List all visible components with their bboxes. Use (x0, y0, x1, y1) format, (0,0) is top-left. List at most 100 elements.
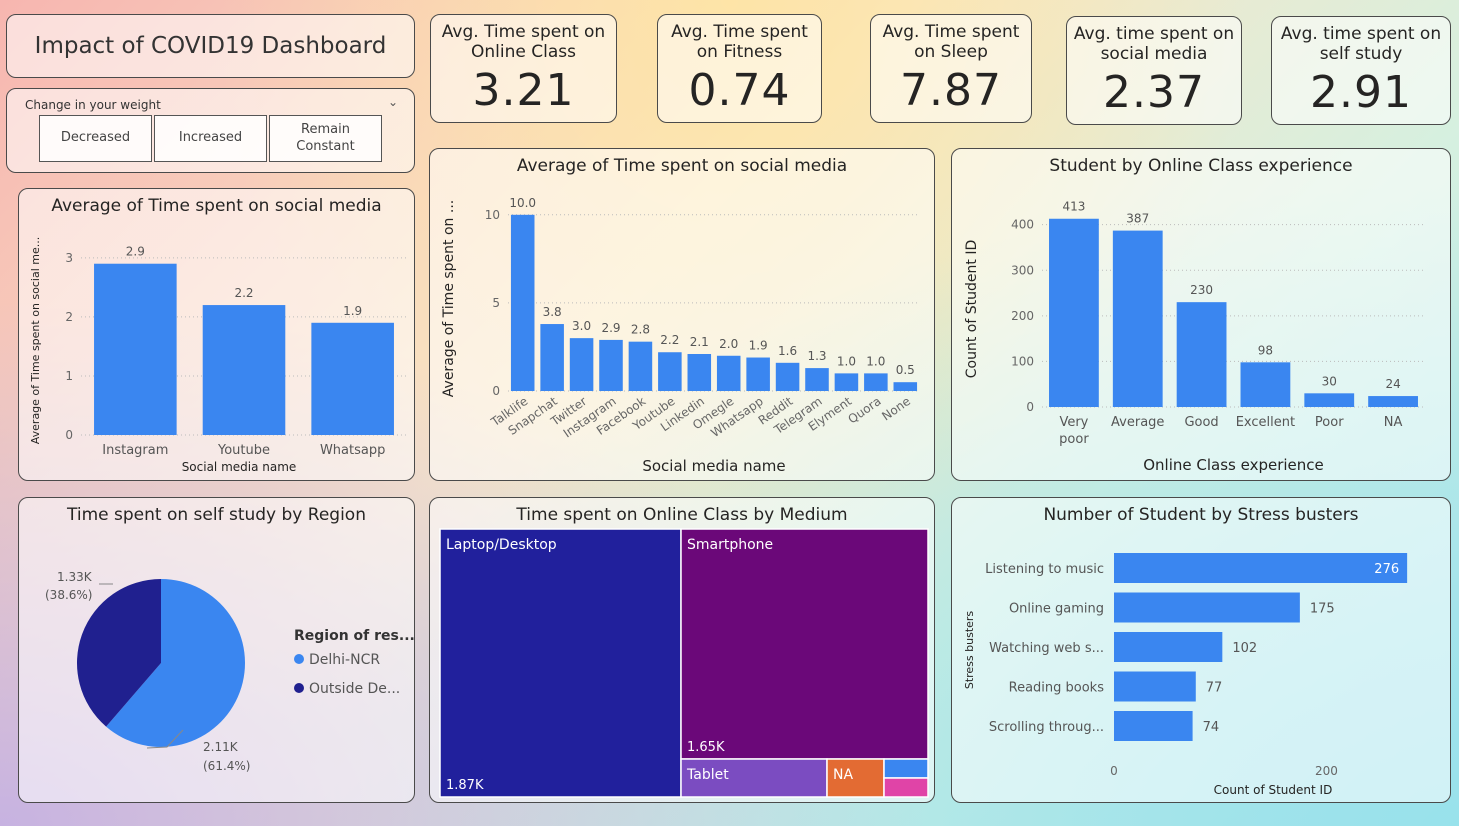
slicer-option-remain-constant[interactable]: Remain Constant (269, 115, 382, 162)
data-label: 2.8 (631, 323, 650, 337)
chart-stress-busters: Number of Student by Stress busters List… (951, 497, 1451, 803)
y-axis-label: Average of Time spent on social me... (29, 237, 42, 444)
x-tick-label: Average (1111, 415, 1164, 430)
x-tick-label: None (879, 394, 913, 423)
treemap-cell (883, 758, 929, 779)
y-axis-label: Count of Student ID (964, 240, 980, 378)
data-label: 74 (1203, 720, 1220, 735)
y-tick-label: 400 (1011, 218, 1034, 232)
bar (311, 322, 394, 435)
chart-stress-busters-svg: Listening to music 276 Online gaming 175 Wat… (963, 553, 1408, 797)
data-label: 10.0 (509, 196, 536, 210)
y-tick-label: Reading books (1009, 681, 1105, 696)
kpi-value: 2.37 (1103, 66, 1205, 118)
bar (628, 341, 653, 391)
data-label: 2.9 (126, 245, 145, 259)
x-tick-label: NA (1384, 415, 1403, 430)
y-tick-label: 0 (65, 428, 73, 442)
data-label: 1.9 (749, 339, 768, 353)
x-tick-label: Good (1184, 415, 1218, 430)
x-tick-label: poor (1059, 432, 1089, 447)
chart-online-class-experience: Student by Online Class experience 0 100 2… (951, 148, 1451, 481)
bar (1049, 218, 1099, 407)
x-tick-label: Excellent (1236, 415, 1295, 430)
bar (540, 324, 564, 391)
data-label: 0.5 (896, 363, 915, 377)
slicer-title: Change in your weight (25, 98, 161, 112)
y-tick-label: 0 (1026, 400, 1034, 414)
slicer-option-decreased[interactable]: Decreased (39, 115, 152, 162)
chart-social-media-top3-svg: 0 1 2 3 2.9 Instagram 2.2 Youtube 1.9 Whatsapp Soc… (29, 237, 407, 474)
legend-marker (294, 683, 304, 693)
bar (746, 357, 770, 391)
x-axis-label: Social media name (642, 457, 785, 475)
data-label: 2.2 (660, 333, 679, 347)
chart-title: Time spent on self study by Region (67, 505, 366, 525)
bar (1176, 302, 1227, 407)
legend-marker (294, 654, 304, 664)
data-label: 1.0 (866, 354, 885, 368)
bar (687, 354, 712, 391)
chart-online-class-experience-svg: 0 100 200 300 400 413 Very poor 387 Average 230 Goo… (964, 200, 1425, 474)
y-tick-label: 10 (485, 208, 500, 222)
data-label: 2.1 (690, 335, 709, 349)
data-label: 230 (1190, 283, 1213, 297)
data-label: 3.0 (572, 319, 591, 333)
y-tick-label: Watching web s... (989, 641, 1104, 656)
bar (1114, 711, 1193, 741)
legend-item: Delhi-NCR (309, 652, 380, 668)
chart-title: Number of Student by Stress busters (1043, 505, 1359, 525)
bar (1114, 632, 1223, 662)
kpi-label: Avg. time spent on self study (1280, 24, 1442, 65)
data-label: 1.33K (57, 570, 93, 584)
data-label: 3.8 (543, 305, 562, 319)
bar (1304, 393, 1355, 407)
kpi-label: Avg. Time spent on Sleep (882, 22, 1020, 63)
bar (805, 368, 829, 391)
bar (1114, 592, 1300, 623)
y-tick-label: 200 (1011, 309, 1034, 323)
bar (716, 355, 741, 391)
chevron-down-icon[interactable]: ⌄ (388, 95, 398, 109)
bar (658, 352, 682, 391)
treemap-label: Smartphone (687, 537, 773, 553)
y-axis-label: Stress busters (963, 611, 976, 690)
treemap-label: Tablet (686, 767, 729, 783)
x-tick-label: Poor (1315, 415, 1344, 430)
slicer-option-increased[interactable]: Increased (154, 115, 267, 162)
y-tick-label: Listening to music (985, 562, 1104, 577)
bar (1114, 553, 1408, 583)
data-label: 1.9 (343, 304, 362, 318)
kpi-label: Avg. Time spent on Fitness (671, 22, 808, 63)
bar (834, 373, 859, 391)
treemap-cell (883, 777, 929, 798)
x-tick-label: Instagram (102, 443, 168, 458)
treemap-cell (439, 528, 682, 798)
y-tick-label: Online gaming (1009, 602, 1104, 617)
y-tick-label: 1 (65, 369, 73, 383)
data-label: 102 (1232, 641, 1257, 656)
x-axis-label: Count of Student ID (1214, 783, 1333, 797)
data-label: 2.0 (719, 337, 738, 351)
kpi-value: 7.87 (900, 64, 1002, 116)
chart-self-study-region: Time spent on self study by Region 2.11K… (18, 497, 415, 803)
legend-item: Outside De... (309, 681, 400, 697)
treemap-cell (680, 528, 929, 760)
kpi-value: 2.91 (1310, 66, 1412, 118)
chart-title: Average of Time spent on social media (51, 196, 382, 216)
treemap-value: 1.87K (446, 778, 484, 793)
bar (569, 338, 594, 391)
kpi-card-self-study: Avg. time spent on self study 2.91 (1271, 16, 1451, 125)
treemap-label: Laptop/Desktop (446, 537, 557, 553)
bar (864, 373, 888, 391)
data-label: 276 (1374, 562, 1399, 577)
kpi-label: Avg. time spent on social media (1073, 24, 1235, 65)
data-label: 98 (1258, 343, 1273, 357)
data-label: 175 (1310, 602, 1335, 617)
x-tick-label: Quora (845, 394, 883, 427)
bar (775, 362, 800, 391)
kpi-card-online-class: Avg. Time spent on Online Class 3.21 (430, 14, 617, 123)
data-label: 24 (1385, 377, 1400, 391)
data-label: 30 (1322, 374, 1337, 388)
data-label: 2.11K (203, 740, 239, 754)
